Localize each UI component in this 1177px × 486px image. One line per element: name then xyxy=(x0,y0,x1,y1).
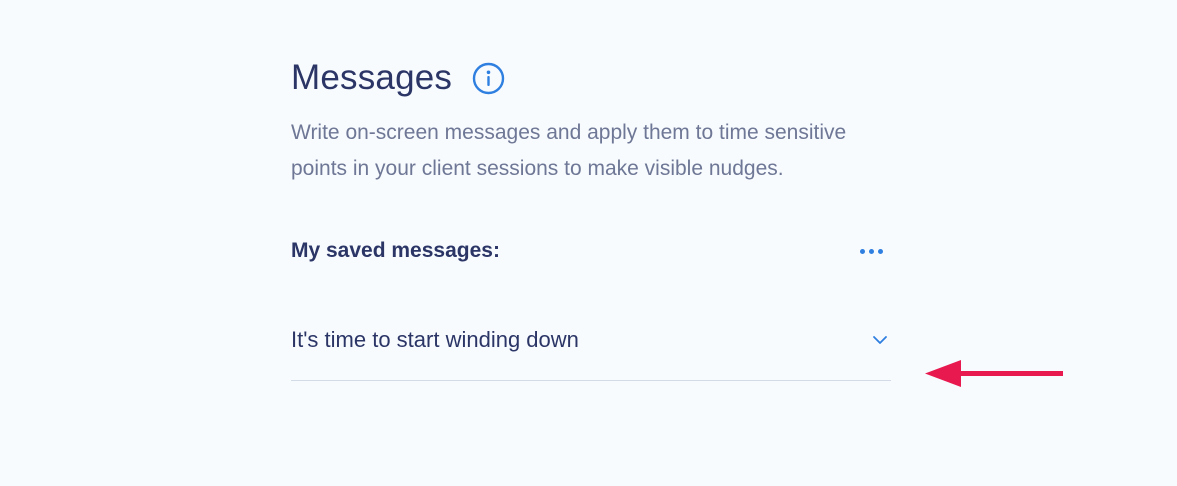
page-description: Write on-screen messages and apply them … xyxy=(291,121,847,180)
saved-messages-label: My saved messages: xyxy=(291,239,500,262)
messages-panel: Messages Write on-screen messages and ap… xyxy=(291,56,891,381)
saved-messages-header: My saved messages: xyxy=(291,233,891,269)
chevron-down-icon[interactable] xyxy=(871,331,889,349)
page-title: Messages xyxy=(291,58,453,97)
more-horizontal-icon-dot xyxy=(878,248,883,254)
info-icon[interactable] xyxy=(472,62,505,95)
more-horizontal-icon-dot xyxy=(860,248,865,254)
saved-message-text: It's time to start winding down xyxy=(291,327,579,352)
annotation-arrow-icon xyxy=(925,360,1063,387)
saved-message-item[interactable]: It's time to start winding down xyxy=(291,322,891,381)
more-options-button[interactable] xyxy=(852,241,891,262)
title-row: Messages xyxy=(291,56,891,100)
more-horizontal-icon-dot xyxy=(869,248,874,254)
